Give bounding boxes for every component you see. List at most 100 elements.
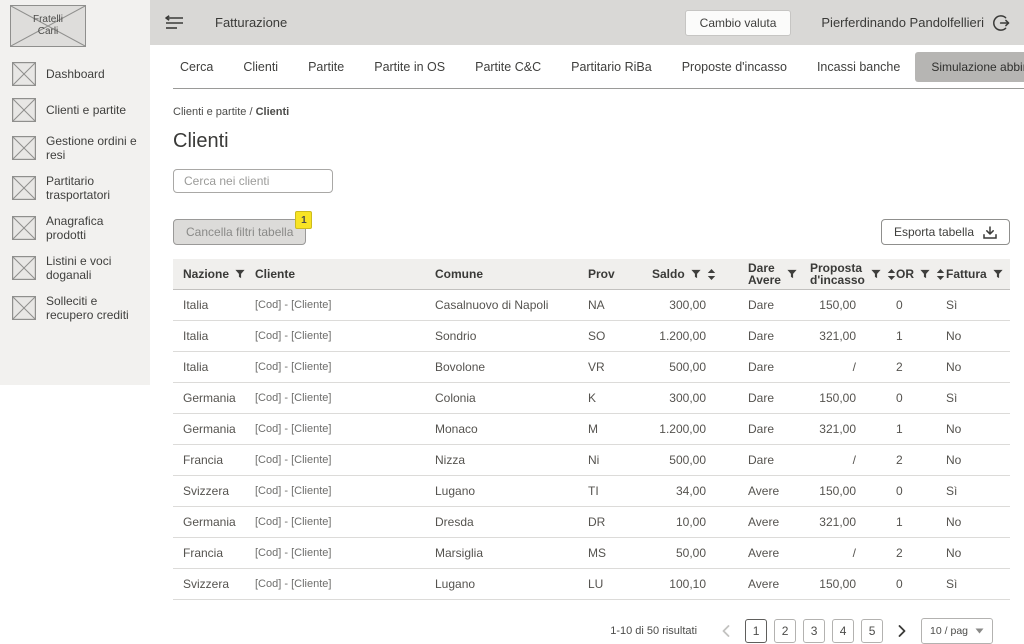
page-button-5[interactable]: 5: [861, 619, 883, 643]
sidebar-item[interactable]: Listini e voci doganali: [12, 254, 146, 282]
placeholder-image-icon: [12, 256, 36, 280]
table-header-row: NazioneClienteComuneProvSaldoDare AvereP…: [173, 259, 1010, 290]
sidebar-item[interactable]: Dashboard: [12, 62, 146, 86]
tab-proposte-d-incasso[interactable]: Proposte d'incasso: [667, 45, 802, 88]
tab-partite-in-os[interactable]: Partite in OS: [359, 45, 460, 88]
table-cell: K: [578, 383, 642, 414]
sidebar-item-label: Gestione ordini e resi: [46, 134, 146, 162]
filter-icon[interactable]: [787, 269, 797, 279]
sort-icon[interactable]: [707, 269, 716, 280]
table-cell: [Cod] - [Cliente]: [245, 290, 425, 321]
table-cell: Germania: [173, 414, 245, 445]
tab-clienti[interactable]: Clienti: [228, 45, 293, 88]
table-cell: Dare: [738, 352, 800, 383]
table-cell: 2: [886, 445, 936, 476]
table-row[interactable]: Svizzera[Cod] - [Cliente]LuganoLU100,10A…: [173, 569, 1010, 600]
sidebar-item-label: Listini e voci doganali: [46, 254, 146, 282]
page-button-4[interactable]: 4: [832, 619, 854, 643]
table-cell: 321,00: [800, 321, 886, 352]
table-row[interactable]: Germania[Cod] - [Cliente]ColoniaK300,00D…: [173, 383, 1010, 414]
user-name: Pierferdinando Pandolfellieri: [821, 15, 984, 30]
table-cell: 10,00: [642, 507, 738, 538]
logout-icon[interactable]: [992, 14, 1010, 32]
filter-icon[interactable]: [871, 269, 881, 279]
page-size-select[interactable]: 10 / pag: [921, 618, 993, 644]
table-row[interactable]: Germania[Cod] - [Cliente]MonacoM1.200,00…: [173, 414, 1010, 445]
table-row[interactable]: Italia[Cod] - [Cliente]Casalnuovo di Nap…: [173, 290, 1010, 321]
table-row[interactable]: Svizzera[Cod] - [Cliente]LuganoTI34,00Av…: [173, 476, 1010, 507]
sidebar-item[interactable]: Anagrafica prodotti: [12, 214, 146, 242]
table-cell: Germania: [173, 383, 245, 414]
tab-partite[interactable]: Partite: [293, 45, 359, 88]
sidebar-item[interactable]: Clienti e partite: [12, 98, 146, 122]
breadcrumb-parent[interactable]: Clienti e partite: [173, 106, 246, 118]
logo-text-line2: Carli: [38, 26, 59, 38]
pagination: 1-10 di 50 risultati 12345 10 / pag: [150, 618, 993, 644]
column-label: Prov: [588, 268, 615, 280]
page-button-2[interactable]: 2: [774, 619, 796, 643]
table-cell: No: [936, 352, 1010, 383]
filter-icon[interactable]: [691, 269, 701, 279]
table-actions-row: Cancella filtri tabella 1 Esporta tabell…: [173, 217, 1010, 245]
table-cell: VR: [578, 352, 642, 383]
sidebar-item[interactable]: Gestione ordini e resi: [12, 134, 146, 162]
tab-partitario-riba[interactable]: Partitario RiBa: [556, 45, 667, 88]
table-cell: Sondrio: [425, 321, 578, 352]
search-input[interactable]: [173, 169, 333, 193]
table-cell: Avere: [738, 538, 800, 569]
sidebar-item[interactable]: Partitario trasportatori: [12, 174, 146, 202]
page-button-3[interactable]: 3: [803, 619, 825, 643]
table-cell: DR: [578, 507, 642, 538]
table-cell: Italia: [173, 321, 245, 352]
table-cell: M: [578, 414, 642, 445]
table-cell: 500,00: [642, 445, 738, 476]
table-row[interactable]: Italia[Cod] - [Cliente]SondrioSO1.200,00…: [173, 321, 1010, 352]
table-cell: Casalnuovo di Napoli: [425, 290, 578, 321]
table-cell: [Cod] - [Cliente]: [245, 321, 425, 352]
table-cell: 150,00: [800, 290, 886, 321]
table-cell: [Cod] - [Cliente]: [245, 445, 425, 476]
table-cell: Dare: [738, 414, 800, 445]
table-cell: Lugano: [425, 476, 578, 507]
filter-icon[interactable]: [920, 269, 930, 279]
filter-icon[interactable]: [993, 269, 1003, 279]
currency-change-button[interactable]: Cambio valuta: [685, 10, 792, 36]
chevron-left-icon[interactable]: [714, 619, 738, 643]
table-cell: 0: [886, 383, 936, 414]
page-buttons: 12345: [745, 619, 883, 643]
sort-icon[interactable]: [936, 269, 945, 280]
table-cell: 0: [886, 476, 936, 507]
column-label: Dare Avere: [748, 262, 781, 286]
sort-icon[interactable]: [887, 269, 896, 280]
table-cell: [Cod] - [Cliente]: [245, 352, 425, 383]
table-row[interactable]: Francia[Cod] - [Cliente]MarsigliaMS50,00…: [173, 538, 1010, 569]
table-cell: /: [800, 538, 886, 569]
table-cell: No: [936, 414, 1010, 445]
tab-cerca[interactable]: Cerca: [173, 45, 228, 88]
export-table-button[interactable]: Esporta tabella: [881, 219, 1010, 245]
tab-partite-c-c[interactable]: Partite C&C: [460, 45, 556, 88]
column-header: Prov: [578, 259, 642, 290]
table-row[interactable]: Italia[Cod] - [Cliente]BovoloneVR500,00D…: [173, 352, 1010, 383]
table-cell: Germania: [173, 507, 245, 538]
table-cell: [Cod] - [Cliente]: [245, 507, 425, 538]
tab-incassi-banche[interactable]: Incassi banche: [802, 45, 915, 88]
clear-filters-button[interactable]: Cancella filtri tabella 1: [173, 219, 306, 245]
table-cell: Colonia: [425, 383, 578, 414]
placeholder-image-icon: [12, 98, 36, 122]
sidebar-item[interactable]: Solleciti e recupero crediti: [12, 294, 146, 322]
table-cell: 0: [886, 569, 936, 600]
breadcrumb: Clienti e partite / Clienti: [173, 106, 1024, 118]
table-cell: Svizzera: [173, 476, 245, 507]
table-cell: 300,00: [642, 290, 738, 321]
column-header: Proposta d'incasso: [800, 259, 886, 290]
table-row[interactable]: Francia[Cod] - [Cliente]NizzaNi500,00Dar…: [173, 445, 1010, 476]
page-button-1[interactable]: 1: [745, 619, 767, 643]
chevron-right-icon[interactable]: [890, 619, 914, 643]
filter-icon[interactable]: [235, 269, 245, 279]
table-row[interactable]: Germania[Cod] - [Cliente]DresdaDR10,00Av…: [173, 507, 1010, 538]
menu-fold-icon[interactable]: [164, 15, 185, 31]
column-label: Cliente: [255, 268, 295, 280]
table-cell: 500,00: [642, 352, 738, 383]
simulation-matches-button[interactable]: Simulazione abbinamenti: [915, 52, 1024, 82]
